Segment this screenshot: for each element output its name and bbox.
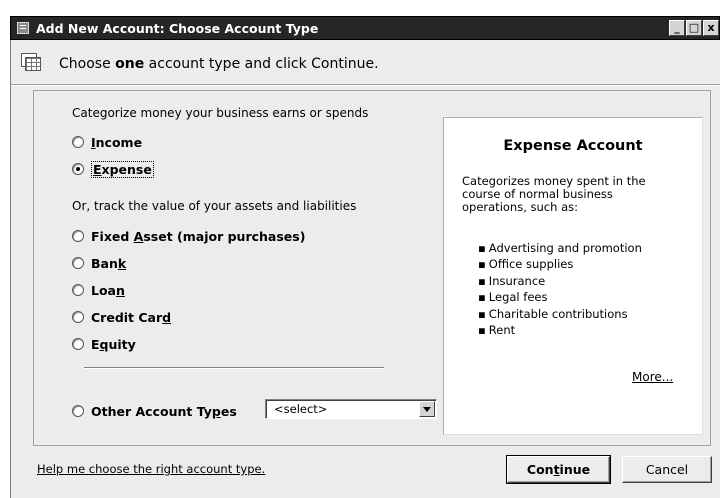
info-description: Categorizes money spent in the course of… xyxy=(462,174,646,214)
maximize-button[interactable]: □ xyxy=(686,20,702,36)
bank-label: Bank xyxy=(91,255,127,271)
radio-fixed-asset[interactable]: Fixed Asset (major purchases) xyxy=(72,226,305,246)
dialog-body: Choose one account type and click Contin… xyxy=(10,40,720,498)
credit-card-label: Credit Card xyxy=(91,309,172,325)
list-item: Legal fees xyxy=(478,289,642,305)
chevron-down-icon[interactable] xyxy=(419,401,435,417)
radio-bank[interactable]: Bank xyxy=(72,253,126,273)
minimize-button[interactable]: _ xyxy=(669,20,685,36)
income-radio-button[interactable] xyxy=(72,136,84,148)
assets-liabilities-label: Or, track the value of your assets and l… xyxy=(72,199,357,213)
more-link[interactable]: More... xyxy=(632,370,673,384)
bank-radio-button[interactable] xyxy=(72,257,84,269)
equity-label: Equity xyxy=(91,336,136,352)
fixed-asset-radio-button[interactable] xyxy=(72,230,84,242)
list-item: Office supplies xyxy=(478,256,642,272)
account-description-panel: Expense Account Categorizes money spent … xyxy=(443,117,703,435)
help-choose-account-link[interactable]: Help me choose the right account type. xyxy=(37,462,265,476)
app-icon[interactable] xyxy=(17,22,29,34)
radio-expense[interactable]: Expense xyxy=(72,159,154,179)
info-title: Expense Account xyxy=(503,138,643,154)
income-label: Income xyxy=(91,134,143,150)
window-title: Add New Account: Choose Account Type xyxy=(36,21,319,36)
earn-spend-label: Categorize money your business earns or … xyxy=(72,106,369,120)
title-bar[interactable]: Add New Account: Choose Account Type _ □… xyxy=(10,16,720,40)
radio-income[interactable]: Income xyxy=(72,132,142,152)
example-list: Advertising and promotion Office supplie… xyxy=(478,240,642,338)
radio-other-account-types[interactable]: Other Account Types xyxy=(72,401,237,421)
expense-label: Expense xyxy=(91,160,154,178)
list-item: Advertising and promotion xyxy=(478,240,642,256)
equity-radio-button[interactable] xyxy=(72,338,84,350)
select-value: <select> xyxy=(274,402,328,416)
continue-button[interactable]: Con t inue xyxy=(506,455,611,484)
list-item: Charitable contributions xyxy=(478,306,642,322)
other-account-types-label: Other Account Types xyxy=(91,403,237,419)
window-controls: _ □ x xyxy=(669,20,719,36)
fixed-asset-label: Fixed Asset (major purchases) xyxy=(91,228,306,244)
list-item: Rent xyxy=(478,322,642,338)
other-types-divider xyxy=(84,367,384,369)
account-type-panel: Categorize money your business earns or … xyxy=(33,90,711,446)
header-divider xyxy=(11,84,720,86)
radio-equity[interactable]: Equity xyxy=(72,334,136,354)
radio-credit-card[interactable]: Credit Card xyxy=(72,307,171,327)
expense-radio-button[interactable] xyxy=(72,163,84,175)
list-item: Insurance xyxy=(478,273,642,289)
loan-label: Loan xyxy=(91,282,125,298)
close-button[interactable]: x xyxy=(703,20,719,36)
other-account-types-radio-button[interactable] xyxy=(72,405,84,417)
other-account-types-select[interactable]: <select> xyxy=(265,399,437,419)
loan-radio-button[interactable] xyxy=(72,284,84,296)
cancel-button[interactable]: Cancel xyxy=(622,456,712,483)
account-list-icon xyxy=(21,53,45,75)
dialog-header: Choose one account type and click Contin… xyxy=(21,50,379,78)
instruction-text: Choose one account type and click Contin… xyxy=(59,56,379,72)
radio-loan[interactable]: Loan xyxy=(72,280,125,300)
credit-card-radio-button[interactable] xyxy=(72,311,84,323)
